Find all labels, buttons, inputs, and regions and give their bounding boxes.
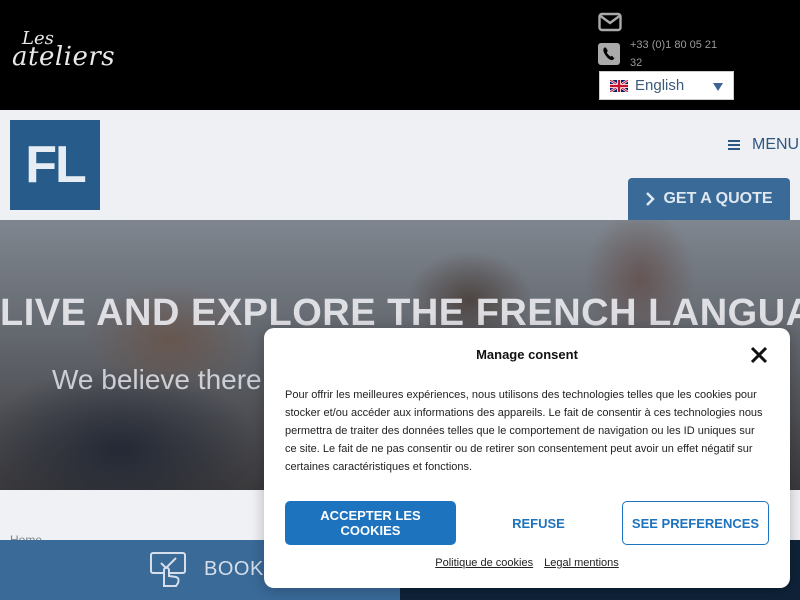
menu-label: MENU (752, 136, 800, 153)
main-navbar: FL MENU GET A QUOTE (0, 110, 800, 220)
consent-title: Manage consent (476, 347, 578, 362)
language-select[interactable]: English (599, 71, 734, 100)
cookie-policy-link[interactable]: Politique de cookies (435, 557, 533, 569)
quote-label: GET A QUOTE (663, 190, 773, 207)
phone-icon[interactable] (598, 43, 620, 65)
uk-flag-icon (610, 80, 628, 92)
dropdown-caret-icon (713, 83, 723, 91)
envelope-icon[interactable] (598, 12, 622, 32)
get-a-quote-button[interactable]: GET A QUOTE (628, 178, 790, 220)
book-tap-icon (150, 552, 186, 587)
logo-ateliers-text: ateliers (12, 42, 116, 72)
language-label: English (635, 77, 685, 94)
close-icon[interactable] (750, 346, 768, 364)
fl-logo[interactable]: FL (10, 120, 100, 210)
legal-mentions-link[interactable]: Legal mentions (544, 557, 619, 569)
top-bar: Les ateliers +33 (0)1 80 05 21 32 Englis… (0, 0, 800, 110)
accept-cookies-button[interactable]: ACCEPTER LES COOKIES (285, 501, 456, 545)
hero-subtitle: We believe there (52, 364, 262, 395)
menu-button[interactable]: MENU (728, 136, 799, 154)
les-ateliers-logo[interactable]: Les ateliers (12, 30, 116, 72)
refuse-button[interactable]: REFUSE (467, 501, 610, 545)
hamburger-icon (728, 140, 740, 150)
cookie-consent-dialog: Manage consent Pour offrir les meilleure… (264, 328, 790, 588)
book-button[interactable]: BOOK (204, 558, 264, 581)
see-preferences-button[interactable]: SEE PREFERENCES (622, 501, 769, 545)
chevron-right-icon (646, 192, 656, 206)
phone-number[interactable]: +33 (0)1 80 05 21 32 (630, 36, 730, 72)
consent-links: Politique de cookies Legal mentions (264, 557, 790, 569)
consent-body-text: Pour offrir les meilleures expériences, … (285, 389, 763, 473)
